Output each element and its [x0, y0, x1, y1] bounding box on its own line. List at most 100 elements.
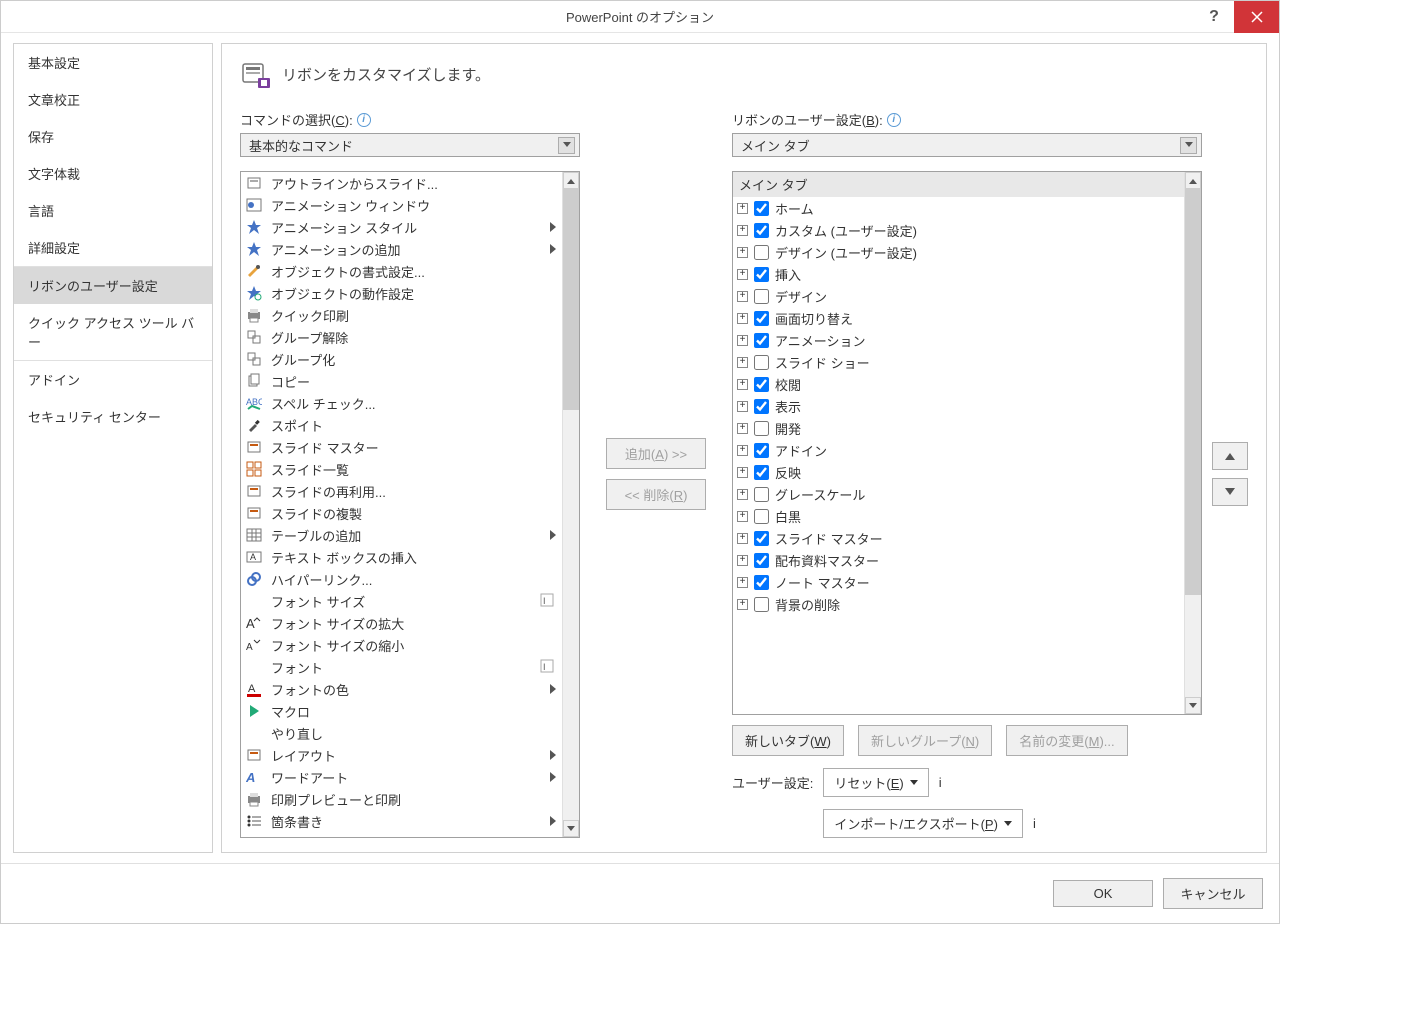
cancel-button[interactable]: キャンセル [1163, 878, 1263, 909]
left-scrollbar[interactable] [562, 172, 579, 837]
scroll-up-button[interactable] [1185, 172, 1201, 189]
new-tab-button[interactable]: 新しいタブ(W) [732, 725, 844, 756]
tab-tree-item[interactable]: +反映 [733, 461, 1184, 483]
command-item[interactable]: グループ化 [241, 348, 562, 370]
expand-icon[interactable]: + [737, 599, 748, 610]
tab-tree-item[interactable]: +背景の削除 [733, 593, 1184, 615]
expand-icon[interactable]: + [737, 357, 748, 368]
command-item[interactable]: テーブルの追加 [241, 524, 562, 546]
tab-tree-item[interactable]: +アドイン [733, 439, 1184, 461]
move-up-button[interactable] [1212, 442, 1248, 470]
sidebar-item-language[interactable]: 言語 [14, 192, 212, 229]
expand-icon[interactable]: + [737, 423, 748, 434]
expand-icon[interactable]: + [737, 379, 748, 390]
tab-checkbox[interactable] [754, 421, 769, 436]
expand-icon[interactable]: + [737, 203, 748, 214]
reset-dropdown[interactable]: リセット(E) [823, 768, 928, 797]
tab-checkbox[interactable] [754, 355, 769, 370]
command-item[interactable]: マクロ [241, 700, 562, 722]
tab-tree-item[interactable]: +校閲 [733, 373, 1184, 395]
sidebar-item-trust-center[interactable]: セキュリティ センター [14, 398, 212, 435]
info-icon[interactable]: i [1033, 816, 1036, 831]
tab-checkbox[interactable] [754, 333, 769, 348]
tab-tree-item[interactable]: +白黒 [733, 505, 1184, 527]
move-down-button[interactable] [1212, 478, 1248, 506]
expand-icon[interactable]: + [737, 489, 748, 500]
command-item[interactable]: スライド マスター [241, 436, 562, 458]
sidebar-item-advanced[interactable]: 詳細設定 [14, 229, 212, 266]
add-button[interactable]: 追加(A) >> [606, 438, 706, 469]
tab-checkbox[interactable] [754, 311, 769, 326]
tab-tree-item[interactable]: +挿入 [733, 263, 1184, 285]
command-item[interactable]: アニメーション ウィンドウ [241, 194, 562, 216]
expand-icon[interactable]: + [737, 225, 748, 236]
command-item[interactable]: 箇条書き [241, 810, 562, 832]
command-item[interactable]: スポイト [241, 414, 562, 436]
tab-checkbox[interactable] [754, 597, 769, 612]
sidebar-item-quick-access[interactable]: クイック アクセス ツール バー [14, 304, 212, 360]
tab-checkbox[interactable] [754, 267, 769, 282]
command-item[interactable]: アニメーション スタイル [241, 216, 562, 238]
tab-checkbox[interactable] [754, 509, 769, 524]
sidebar-item-proofing[interactable]: 文章校正 [14, 81, 212, 118]
command-item[interactable]: アウトラインからスライド... [241, 172, 562, 194]
command-item[interactable]: ABCスペル チェック... [241, 392, 562, 414]
command-item[interactable]: レイアウト [241, 744, 562, 766]
tab-checkbox[interactable] [754, 443, 769, 458]
tab-checkbox[interactable] [754, 289, 769, 304]
tab-checkbox[interactable] [754, 575, 769, 590]
command-item[interactable]: スライドの再利用... [241, 480, 562, 502]
tab-tree-item[interactable]: +画面切り替え [733, 307, 1184, 329]
tab-checkbox[interactable] [754, 487, 769, 502]
tab-tree-item[interactable]: +ホーム [733, 197, 1184, 219]
command-item[interactable]: Aワードアート [241, 766, 562, 788]
tab-tree-item[interactable]: +配布資料マスター [733, 549, 1184, 571]
expand-icon[interactable]: + [737, 533, 748, 544]
tab-tree-item[interactable]: +開発 [733, 417, 1184, 439]
expand-icon[interactable]: + [737, 555, 748, 566]
scroll-up-button[interactable] [563, 172, 579, 189]
tab-tree-item[interactable]: +ノート マスター [733, 571, 1184, 593]
command-item[interactable]: コピー [241, 370, 562, 392]
tab-checkbox[interactable] [754, 245, 769, 260]
tab-tree-item[interactable]: +デザイン (ユーザー設定) [733, 241, 1184, 263]
sidebar-item-save[interactable]: 保存 [14, 118, 212, 155]
command-item[interactable]: クイック印刷 [241, 304, 562, 326]
tab-tree-item[interactable]: +表示 [733, 395, 1184, 417]
command-item[interactable]: Aフォント サイズの縮小 [241, 634, 562, 656]
expand-icon[interactable]: + [737, 445, 748, 456]
close-button[interactable] [1234, 1, 1279, 33]
import-export-dropdown[interactable]: インポート/エクスポート(P) [823, 809, 1023, 838]
info-icon[interactable]: i [939, 775, 942, 790]
tab-checkbox[interactable] [754, 223, 769, 238]
expand-icon[interactable]: + [737, 467, 748, 478]
command-item[interactable]: フォントI [241, 656, 562, 678]
expand-icon[interactable]: + [737, 511, 748, 522]
command-item[interactable]: オブジェクトの動作設定 [241, 282, 562, 304]
ok-button[interactable]: OK [1053, 880, 1153, 907]
right-scrollbar[interactable] [1184, 172, 1201, 714]
info-icon[interactable]: i [887, 113, 901, 127]
tab-tree-item[interactable]: +カスタム (ユーザー設定) [733, 219, 1184, 241]
remove-button[interactable]: << 削除(R) [606, 479, 706, 510]
command-item[interactable]: スライド一覧 [241, 458, 562, 480]
command-item[interactable]: フォント サイズI [241, 590, 562, 612]
command-item[interactable]: グループ解除 [241, 326, 562, 348]
command-item[interactable]: スライドの複製 [241, 502, 562, 524]
sidebar-item-typography[interactable]: 文字体裁 [14, 155, 212, 192]
expand-icon[interactable]: + [737, 269, 748, 280]
expand-icon[interactable]: + [737, 335, 748, 346]
commands-listbox[interactable]: アウトラインからスライド...アニメーション ウィンドウアニメーション スタイル… [240, 171, 580, 838]
command-item[interactable]: アニメーションの追加 [241, 238, 562, 260]
expand-icon[interactable]: + [737, 313, 748, 324]
command-item[interactable]: Aフォント サイズの拡大 [241, 612, 562, 634]
sidebar-item-addins[interactable]: アドイン [14, 361, 212, 398]
ribbon-tree[interactable]: メイン タブ +ホーム+カスタム (ユーザー設定)+デザイン (ユーザー設定)+… [732, 171, 1202, 715]
command-item[interactable]: Aテキスト ボックスの挿入 [241, 546, 562, 568]
expand-icon[interactable]: + [737, 291, 748, 302]
help-button[interactable]: ? [1194, 1, 1234, 33]
tab-tree-item[interactable]: +スライド ショー [733, 351, 1184, 373]
command-item[interactable]: オブジェクトの書式設定... [241, 260, 562, 282]
tab-checkbox[interactable] [754, 201, 769, 216]
tab-checkbox[interactable] [754, 465, 769, 480]
